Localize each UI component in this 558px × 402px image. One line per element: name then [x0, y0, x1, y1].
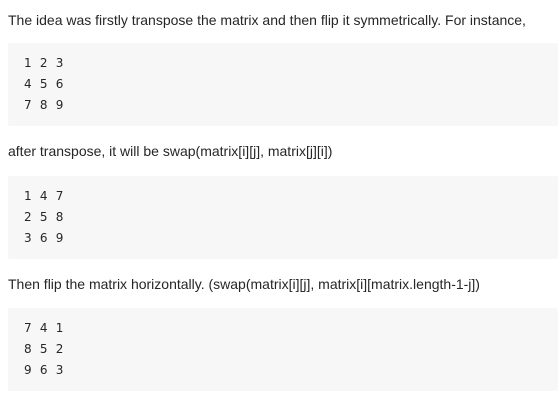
transposed-matrix-code-block: 1 4 7 2 5 8 3 6 9 [8, 176, 558, 259]
code-line: 2 5 8 [24, 210, 64, 224]
code-line: 7 4 1 [24, 321, 64, 335]
code-line: 1 2 3 [24, 56, 64, 70]
code-line: 3 6 9 [24, 231, 64, 245]
flip-paragraph: Then flip the matrix horizontally. (swap… [8, 276, 480, 292]
code-line: 4 5 6 [24, 77, 64, 91]
code-line: 8 5 2 [24, 342, 64, 356]
code-line: 7 8 9 [24, 98, 64, 112]
code-line: 1 4 7 [24, 189, 64, 203]
original-matrix-code-block: 1 2 3 4 5 6 7 8 9 [8, 43, 558, 126]
intro-paragraph: The idea was firstly transpose the matri… [8, 12, 526, 28]
flipped-matrix-code-block: 7 4 1 8 5 2 9 6 3 [8, 308, 558, 391]
code-line: 9 6 3 [24, 363, 64, 377]
transpose-paragraph: after transpose, it will be swap(matrix[… [8, 143, 333, 159]
